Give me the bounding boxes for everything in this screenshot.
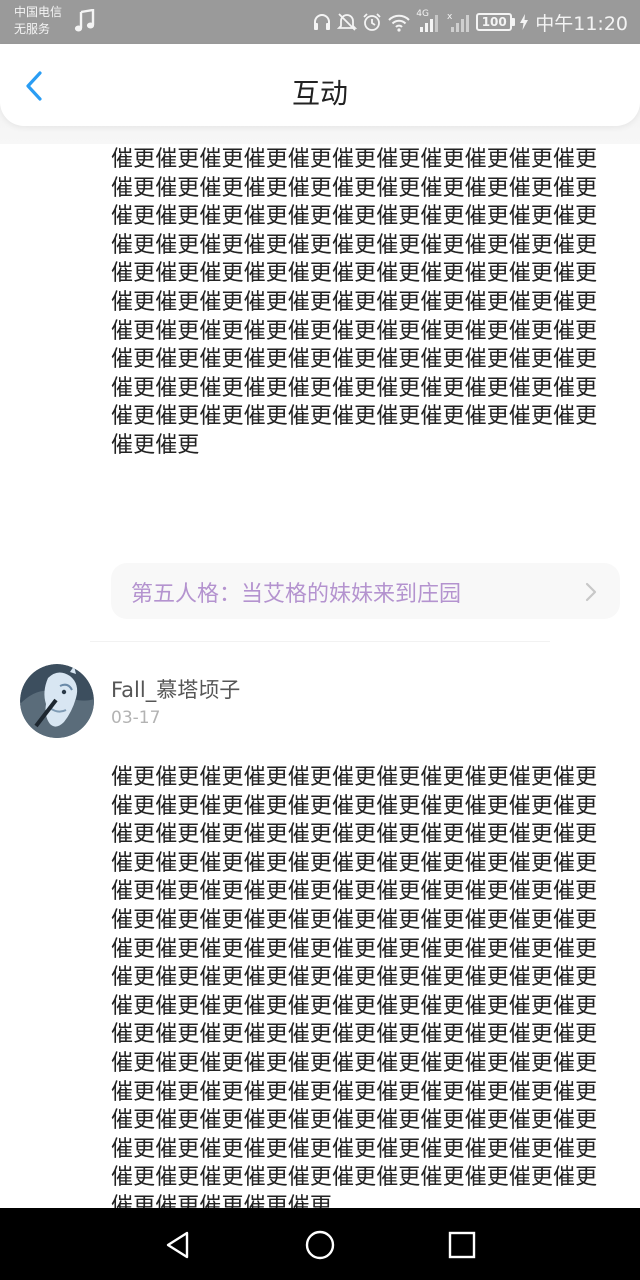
triangle-back-icon [166, 1231, 189, 1259]
battery-indicator: 100 [476, 13, 516, 31]
battery-cap [512, 18, 516, 26]
comment-date: 03-17 [111, 708, 161, 728]
square-recent-icon [448, 1231, 476, 1259]
signal-no-sim-icon: x [447, 12, 470, 32]
comment-text: 催更催更催更催更催更催更催更催更催更催更催更催更催更催更催更催更催更催更催更催更… [111, 147, 598, 458]
svg-text:x: x [447, 12, 453, 22]
carrier-service: 无服务 [14, 22, 51, 36]
mute-icon [337, 13, 358, 31]
headphones-icon [314, 14, 331, 30]
app-header: 互动 [0, 44, 640, 126]
nav-recent-button[interactable] [444, 1228, 480, 1262]
avatar[interactable] [20, 664, 94, 738]
status-icons: 4G x 100 中午11:20 [312, 0, 628, 44]
status-bar: 中国电信 无服务 4G x 100 中午11:20 [0, 0, 640, 44]
chevron-right-icon [585, 582, 597, 602]
page-title: 互动 [291, 77, 348, 110]
music-note-icon [74, 9, 95, 32]
charging-icon [520, 14, 529, 30]
comment-divider [90, 641, 550, 642]
comment-username[interactable]: Fall_慕塔顷子 [111, 674, 240, 704]
story-link-card[interactable]: 第五人格：当艾格的妹妹来到庄园 [111, 563, 620, 619]
nav-back-button[interactable] [160, 1228, 196, 1262]
carrier-name: 中国电信 [14, 5, 63, 19]
nav-home-button[interactable] [302, 1228, 338, 1262]
clock: 中午11:20 [535, 12, 628, 35]
avatar-image [20, 664, 94, 738]
comment-feed[interactable]: 催更催更催更催更催更催更催更催更催更催更催更催更催更催更催更催更催更催更催更催更… [0, 144, 640, 1208]
signal-4g: 4G [416, 9, 442, 33]
circle-home-icon [305, 1230, 335, 1260]
wifi-icon [388, 14, 410, 32]
signal-icon [420, 15, 439, 32]
system-nav-bar [0, 1208, 640, 1280]
alarm-icon [363, 13, 381, 31]
battery-level: 100 [476, 13, 513, 31]
carrier-info: 中国电信 无服务 [14, 4, 62, 38]
story-link-title: 第五人格：当艾格的妹妹来到庄园 [131, 582, 462, 607]
comment-text: 催更催更催更催更催更催更催更催更催更催更催更催更催更催更催更催更催更催更催更催更… [111, 765, 598, 1208]
